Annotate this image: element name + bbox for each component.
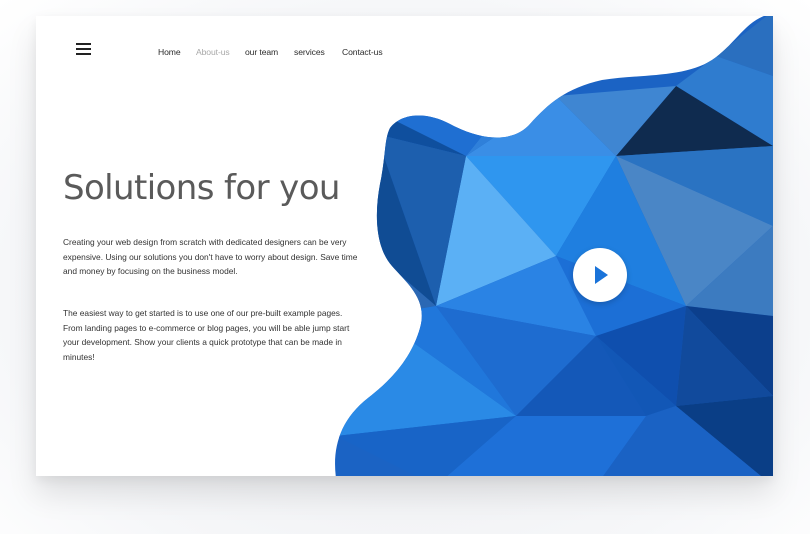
- landing-page-card: Home About-us our team services Contact-…: [36, 16, 773, 476]
- nav-item-home[interactable]: Home: [158, 47, 181, 57]
- hamburger-menu-icon[interactable]: [76, 43, 91, 57]
- play-video-button[interactable]: [573, 248, 627, 302]
- hero-paragraph-1: Creating your web design from scratch wi…: [63, 237, 358, 277]
- nav-item-about-us[interactable]: About-us: [196, 47, 230, 57]
- hero-title: Solutions for you: [63, 168, 340, 208]
- nav-item-services[interactable]: services: [294, 47, 325, 57]
- nav-item-our-team[interactable]: our team: [245, 47, 278, 57]
- play-icon: [595, 266, 608, 284]
- nav-item-contact-us[interactable]: Contact-us: [342, 47, 383, 57]
- hero-paragraph-2: The easiest way to get started is to use…: [63, 308, 350, 362]
